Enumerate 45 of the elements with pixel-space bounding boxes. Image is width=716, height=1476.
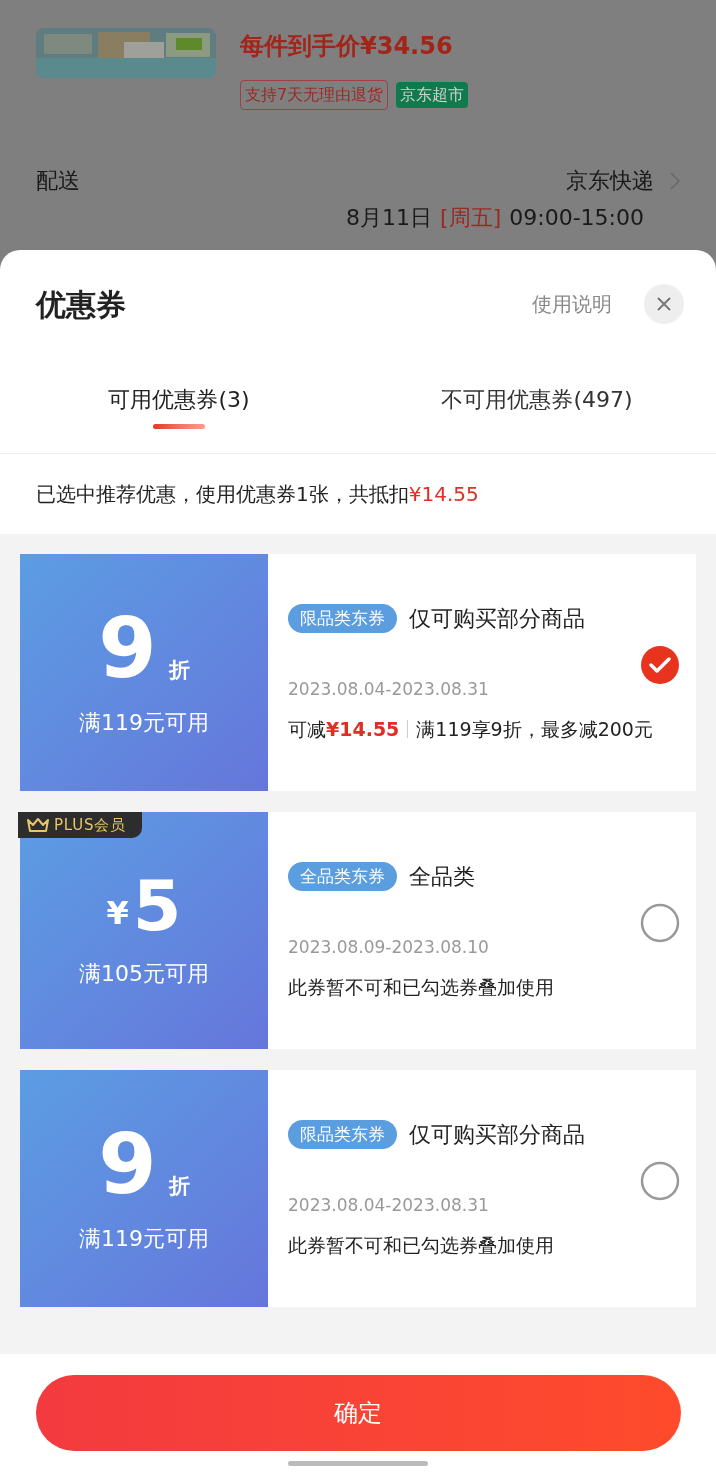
- coupon-dates: 2023.08.09-2023.08.10: [288, 936, 490, 959]
- coupon-tab[interactable]: 不可用优惠券(497): [358, 358, 716, 453]
- help-link[interactable]: 使用说明: [532, 289, 612, 319]
- store-tag: 京东超市: [396, 82, 469, 108]
- crown-icon: [26, 817, 50, 833]
- service-tag: 支持7天无理由退货: [240, 80, 389, 110]
- coupon-note: 此券暂不可和已勾选券叠加使用: [288, 1232, 554, 1258]
- confirm-button[interactable]: 确定: [35, 1375, 681, 1451]
- coupon-category-tag: 限品类东券: [288, 603, 397, 634]
- coupon-value: 9: [98, 1122, 157, 1206]
- coupon-threshold: 满105元可用: [79, 960, 209, 988]
- coupon-value: 9: [98, 606, 157, 690]
- coupon-category-tag: 限品类东券: [288, 1119, 397, 1150]
- coupon-dates: 2023.08.04-2023.08.31: [288, 1194, 490, 1217]
- coupon-title: 仅可购买部分商品: [409, 605, 585, 633]
- coupon-title: 全品类: [409, 863, 475, 891]
- delivery-time: 09:00-15:00: [509, 204, 644, 232]
- coupon-unit: 折: [168, 656, 190, 684]
- saving-label: 可减: [288, 716, 326, 742]
- coupon-title: 仅可购买部分商品: [409, 1121, 585, 1149]
- saving-amount: ¥14.55: [326, 716, 400, 742]
- radio-circle-icon[interactable]: [640, 902, 680, 943]
- sheet-title: 优惠券: [36, 285, 126, 324]
- coupon-tab[interactable]: 可用优惠券(3): [0, 358, 358, 453]
- summary-text: 已选中推荐优惠，使用优惠券1张，共抵扣¥14.55: [36, 481, 479, 508]
- close-button[interactable]: [644, 284, 684, 324]
- close-icon: [656, 296, 672, 312]
- coupon-category-tag: 全品类东券: [288, 861, 397, 892]
- coupon-threshold: 满119元可用: [79, 709, 209, 737]
- delivery-date: 8月11日: [346, 204, 433, 232]
- coupon-note: 此券暂不可和已勾选券叠加使用: [288, 974, 554, 1000]
- unit-price: 每件到手价¥34.56: [240, 31, 454, 62]
- coupon-note: 满119享9折，最多减200元: [416, 716, 653, 742]
- delivery-method: 京东快递: [566, 167, 654, 195]
- chevron-right-icon[interactable]: [670, 171, 680, 190]
- delivery-label: 配送: [36, 167, 80, 195]
- coupon-value: 5: [132, 871, 182, 941]
- delivery-weekday: [周五]: [440, 204, 502, 232]
- coupon-threshold: 满119元可用: [79, 1225, 209, 1253]
- member-badge: PLUS会员: [18, 812, 142, 838]
- coupon-unit: 折: [168, 1172, 190, 1200]
- currency-sign: ¥: [106, 893, 129, 934]
- coupon-dates: 2023.08.04-2023.08.31: [288, 678, 490, 701]
- checked-circle-icon[interactable]: [640, 644, 680, 685]
- radio-circle-icon[interactable]: [640, 1160, 680, 1201]
